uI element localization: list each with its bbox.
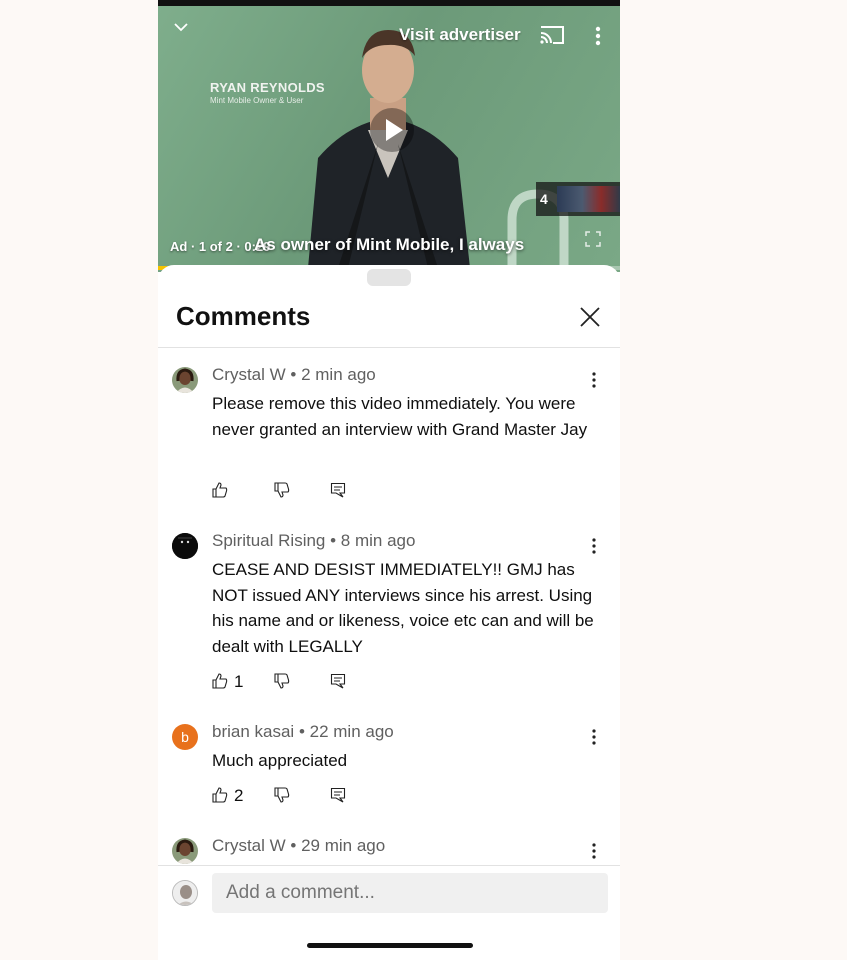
comment-actions — [212, 480, 362, 502]
thumbs-down-icon — [274, 673, 290, 689]
comment-more-icon[interactable] — [586, 371, 602, 389]
chevron-down-icon[interactable] — [172, 18, 190, 36]
next-video-thumbnail — [557, 186, 620, 212]
comment-author[interactable]: Crystal W — [212, 365, 286, 384]
reply-icon — [330, 787, 346, 803]
comment-input[interactable] — [212, 873, 608, 913]
comment-more-icon[interactable] — [586, 537, 602, 555]
play-icon — [386, 119, 403, 141]
comment-author[interactable]: brian kasai — [212, 722, 294, 741]
avatar[interactable] — [172, 838, 198, 864]
comment-text: Please remove this video immediately. Yo… — [212, 394, 588, 439]
comment-author[interactable]: Crystal W — [212, 836, 286, 855]
comment-more-icon[interactable] — [586, 728, 602, 746]
comment-time: 8 min ago — [340, 531, 416, 550]
like-count: 2 — [234, 786, 244, 805]
play-button[interactable] — [370, 108, 414, 152]
drag-handle[interactable] — [367, 269, 411, 286]
video-caption: As owner of Mint Mobile, I always — [254, 235, 525, 254]
my-avatar[interactable] — [172, 880, 198, 906]
like-button[interactable]: 1 — [212, 671, 252, 693]
comment-header: Spiritual Rising • 8 min ago — [212, 531, 416, 550]
cast-icon[interactable] — [539, 24, 565, 46]
thumbs-up-icon — [212, 787, 228, 803]
comment-time: 2 min ago — [301, 365, 376, 384]
comment-header: brian kasai • 22 min ago — [212, 722, 394, 741]
phone-screen: RYAN REYNOLDS Mint Mobile Owner & User V… — [158, 0, 620, 960]
queue-thumbnail[interactable]: 4 — [536, 182, 620, 216]
thumbs-down-icon — [274, 787, 290, 803]
avatar-initial: b — [181, 729, 189, 745]
header-divider — [158, 347, 620, 348]
brand-title: RYAN REYNOLDS — [210, 80, 325, 95]
queue-count: 4 — [540, 191, 548, 207]
sheet-title: Comments — [176, 301, 311, 331]
comment-text: CEASE AND DESIST IMMEDIATELY!! GMJ has N… — [212, 560, 594, 656]
reply-icon — [330, 482, 346, 498]
video-player[interactable]: RYAN REYNOLDS Mint Mobile Owner & User V… — [158, 0, 620, 272]
close-icon[interactable] — [578, 305, 602, 329]
comments-sheet: Comments Crystal W • 2 min ago Please re — [158, 265, 620, 960]
comment-text: Much appreciated — [212, 751, 348, 770]
home-indicator[interactable] — [307, 943, 473, 948]
avatar[interactable] — [172, 367, 198, 393]
like-count: 1 — [234, 672, 244, 691]
comment-actions: 2 — [212, 785, 362, 807]
reply-icon — [330, 673, 346, 689]
comment-author[interactable]: Spiritual Rising — [212, 531, 325, 550]
avatar[interactable]: b — [172, 724, 198, 750]
comment-time: 29 min ago — [301, 836, 386, 855]
thumbs-up-icon — [212, 673, 228, 689]
thumbs-down-icon — [274, 482, 290, 498]
visit-advertiser-button[interactable]: Visit advertiser — [399, 25, 521, 45]
input-divider — [158, 865, 620, 866]
comment-header: Crystal W • 29 min ago — [212, 836, 386, 855]
status-strip — [158, 0, 620, 6]
comment-more-icon[interactable] — [586, 842, 602, 860]
brand-subtitle: Mint Mobile Owner & User — [210, 96, 304, 105]
dark-avatar-icon — [172, 533, 198, 559]
thumbs-up-icon — [212, 482, 228, 498]
comment-time: 22 min ago — [309, 722, 394, 741]
like-button[interactable]: 2 — [212, 785, 252, 807]
photo-avatar-icon — [172, 838, 198, 864]
more-options-icon[interactable] — [590, 24, 606, 48]
comment-header: Crystal W • 2 min ago — [212, 365, 376, 384]
comment-actions: 1 — [212, 671, 362, 693]
fullscreen-icon[interactable] — [585, 231, 601, 247]
avatar[interactable] — [172, 533, 198, 559]
photo-avatar-icon — [172, 367, 198, 393]
